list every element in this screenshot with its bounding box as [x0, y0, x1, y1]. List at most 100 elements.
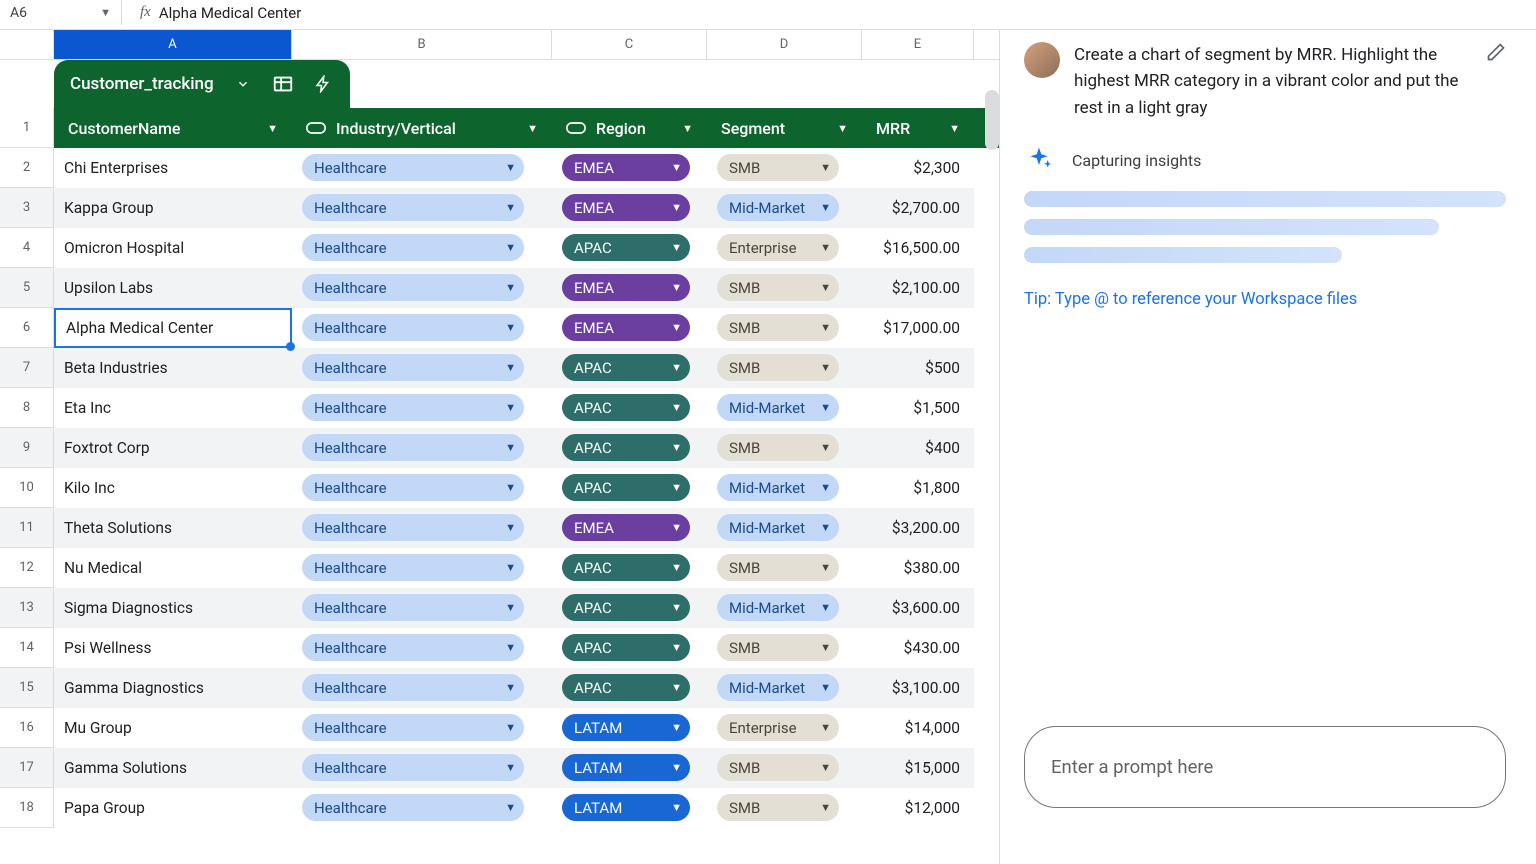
row-header[interactable]: 7	[0, 348, 54, 388]
region-chip[interactable]: EMEA▼	[562, 514, 690, 541]
region-chip[interactable]: APAC▼	[562, 594, 690, 621]
cell-mrr[interactable]: $380.00	[862, 548, 974, 588]
column-header-d[interactable]: D	[707, 30, 862, 59]
segment-chip[interactable]: SMB▼	[717, 434, 839, 461]
cell-mrr[interactable]: $1,800	[862, 468, 974, 508]
cell-region[interactable]: APAC▼	[552, 548, 707, 588]
row-header[interactable]: 3	[0, 188, 54, 228]
cell-segment[interactable]: Mid-Market▼	[707, 188, 862, 228]
segment-chip[interactable]: Mid-Market▼	[717, 674, 839, 701]
cell-region[interactable]: EMEA▼	[552, 268, 707, 308]
row-header[interactable]: 8	[0, 388, 54, 428]
cell-segment[interactable]: SMB▼	[707, 348, 862, 388]
cell-segment[interactable]: SMB▼	[707, 308, 862, 348]
cell-industry[interactable]: Healthcare▼	[292, 708, 552, 748]
name-box[interactable]: A6 ▼	[0, 0, 122, 25]
cell-customer-name[interactable]: Theta Solutions	[54, 508, 292, 548]
row-header[interactable]: 11	[0, 508, 54, 548]
segment-chip[interactable]: SMB▼	[717, 554, 839, 581]
cell-customer-name[interactable]: Kappa Group	[54, 188, 292, 228]
cell-mrr[interactable]: $3,200.00	[862, 508, 974, 548]
cell-mrr[interactable]: $2,300	[862, 148, 974, 188]
cell-mrr[interactable]: $2,100.00	[862, 268, 974, 308]
segment-chip[interactable]: SMB▼	[717, 634, 839, 661]
cell-customer-name[interactable]: Beta Industries	[54, 348, 292, 388]
row-header[interactable]: 2	[0, 148, 54, 188]
cell-customer-name[interactable]: Upsilon Labs	[54, 268, 292, 308]
column-header-e[interactable]: E	[862, 30, 974, 59]
industry-chip[interactable]: Healthcare▼	[302, 434, 524, 461]
cell-segment[interactable]: Enterprise▼	[707, 228, 862, 268]
chevron-down-icon[interactable]	[232, 73, 254, 95]
segment-chip[interactable]: Enterprise▼	[717, 714, 839, 741]
cell-industry[interactable]: Healthcare▼	[292, 428, 552, 468]
cell-industry[interactable]: Healthcare▼	[292, 228, 552, 268]
industry-chip[interactable]: Healthcare▼	[302, 394, 524, 421]
cell-segment[interactable]: SMB▼	[707, 748, 862, 788]
row-header[interactable]: 9	[0, 428, 54, 468]
cell-industry[interactable]: Healthcare▼	[292, 468, 552, 508]
header-region[interactable]: Region▼	[552, 108, 707, 148]
row-header[interactable]: 15	[0, 668, 54, 708]
cell-industry[interactable]: Healthcare▼	[292, 628, 552, 668]
cell-customer-name[interactable]: Alpha Medical Center	[54, 308, 292, 348]
cell-customer-name[interactable]: Nu Medical	[54, 548, 292, 588]
cell-industry[interactable]: Healthcare▼	[292, 268, 552, 308]
cell-region[interactable]: LATAM▼	[552, 708, 707, 748]
region-chip[interactable]: EMEA▼	[562, 274, 690, 301]
industry-chip[interactable]: Healthcare▼	[302, 474, 524, 501]
cell-customer-name[interactable]: Gamma Diagnostics	[54, 668, 292, 708]
cell-segment[interactable]: Mid-Market▼	[707, 388, 862, 428]
cell-industry[interactable]: Healthcare▼	[292, 308, 552, 348]
cell-industry[interactable]: Healthcare▼	[292, 588, 552, 628]
edit-icon[interactable]	[1486, 42, 1506, 66]
row-header[interactable]: 4	[0, 228, 54, 268]
cell-mrr[interactable]: $3,600.00	[862, 588, 974, 628]
cell-mrr[interactable]: $1,500	[862, 388, 974, 428]
industry-chip[interactable]: Healthcare▼	[302, 274, 524, 301]
cell-mrr[interactable]: $12,000	[862, 788, 974, 828]
header-segment[interactable]: Segment▼	[707, 108, 862, 148]
cell-industry[interactable]: Healthcare▼	[292, 788, 552, 828]
cell-industry[interactable]: Healthcare▼	[292, 348, 552, 388]
row-header[interactable]: 17	[0, 748, 54, 788]
segment-chip[interactable]: SMB▼	[717, 794, 839, 821]
industry-chip[interactable]: Healthcare▼	[302, 194, 524, 221]
industry-chip[interactable]: Healthcare▼	[302, 514, 524, 541]
industry-chip[interactable]: Healthcare▼	[302, 234, 524, 261]
cell-region[interactable]: APAC▼	[552, 228, 707, 268]
industry-chip[interactable]: Healthcare▼	[302, 674, 524, 701]
cell-segment[interactable]: SMB▼	[707, 148, 862, 188]
region-chip[interactable]: APAC▼	[562, 634, 690, 661]
vertical-scrollbar[interactable]	[985, 90, 999, 150]
segment-chip[interactable]: SMB▼	[717, 354, 839, 381]
cell-customer-name[interactable]: Foxtrot Corp	[54, 428, 292, 468]
cell-segment[interactable]: SMB▼	[707, 788, 862, 828]
row-header[interactable]: 16	[0, 708, 54, 748]
cell-customer-name[interactable]: Psi Wellness	[54, 628, 292, 668]
segment-chip[interactable]: SMB▼	[717, 154, 839, 181]
row-header[interactable]: 10	[0, 468, 54, 508]
cell-segment[interactable]: SMB▼	[707, 628, 862, 668]
cell-region[interactable]: LATAM▼	[552, 788, 707, 828]
cell-region[interactable]: APAC▼	[552, 468, 707, 508]
cell-industry[interactable]: Healthcare▼	[292, 748, 552, 788]
cell-customer-name[interactable]: Chi Enterprises	[54, 148, 292, 188]
cell-segment[interactable]: SMB▼	[707, 268, 862, 308]
cell-region[interactable]: APAC▼	[552, 348, 707, 388]
industry-chip[interactable]: Healthcare▼	[302, 794, 524, 821]
cell-segment[interactable]: Mid-Market▼	[707, 588, 862, 628]
row-header[interactable]: 18	[0, 788, 54, 828]
cell-industry[interactable]: Healthcare▼	[292, 548, 552, 588]
cell-mrr[interactable]: $16,500.00	[862, 228, 974, 268]
row-header[interactable]: 12	[0, 548, 54, 588]
industry-chip[interactable]: Healthcare▼	[302, 314, 524, 341]
column-header-a[interactable]: A	[54, 30, 292, 59]
cell-region[interactable]: APAC▼	[552, 628, 707, 668]
cell-region[interactable]: EMEA▼	[552, 188, 707, 228]
table-tab[interactable]: Customer_tracking	[54, 60, 350, 108]
segment-chip[interactable]: Mid-Market▼	[717, 394, 839, 421]
cell-region[interactable]: APAC▼	[552, 388, 707, 428]
select-all-corner[interactable]	[0, 30, 54, 59]
cell-mrr[interactable]: $500	[862, 348, 974, 388]
